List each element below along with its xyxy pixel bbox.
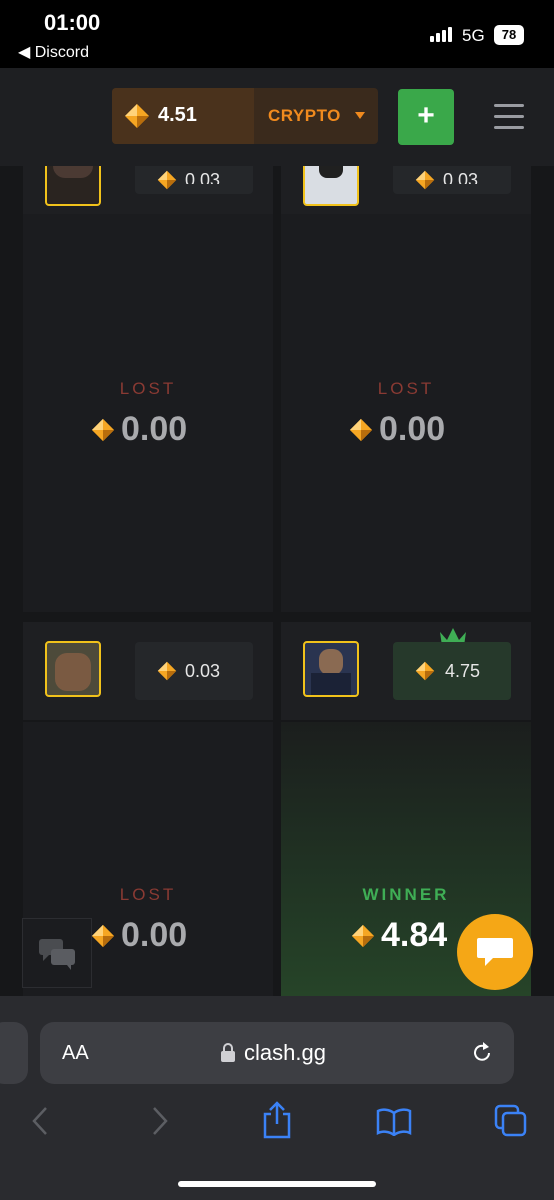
battery-indicator: 78 (494, 25, 524, 45)
bet-value: 0.03 (185, 170, 221, 184)
result-amount: 4.84 (381, 916, 448, 954)
reload-icon[interactable] (470, 1040, 494, 1066)
currency-selector[interactable]: CRYPTO (268, 106, 341, 126)
bet-pill: 0.03 (135, 642, 253, 700)
balance-widget[interactable]: 4.51 CRYPTO (112, 88, 378, 144)
gem-icon (91, 924, 115, 948)
signal-icon (442, 30, 446, 42)
gem-icon (91, 418, 115, 442)
player-result-panel: LOST 0.00 (23, 214, 273, 612)
gem-icon (351, 924, 375, 948)
chevron-down-icon (355, 112, 365, 119)
chat-toggle-button[interactable] (22, 918, 92, 988)
deposit-button[interactable]: + (398, 89, 454, 145)
network-type: 5G (462, 26, 485, 45)
bookmarks-icon[interactable] (376, 1108, 412, 1136)
bet-value: 0.03 (443, 170, 479, 184)
result-amount: 0.00 (121, 916, 188, 954)
back-to-discord-link[interactable]: ◀ Discord (18, 42, 89, 62)
reader-settings-button[interactable]: AA (62, 1042, 89, 1065)
player-card-header: 0.03 (281, 136, 531, 214)
result-status: WINNER (362, 885, 450, 904)
player-card-header: 0.03 (23, 136, 273, 214)
avatar (45, 641, 101, 697)
support-chat-button[interactable] (457, 914, 533, 990)
hamburger-menu-icon[interactable] (494, 104, 524, 107)
share-icon[interactable] (260, 1100, 294, 1140)
bet-value: 4.75 (445, 661, 481, 681)
home-indicator (178, 1181, 376, 1187)
tabs-icon[interactable] (494, 1104, 528, 1138)
result-amount: 0.00 (379, 410, 446, 448)
player-card-header: 0.03 (23, 622, 273, 720)
signal-icon (430, 36, 434, 42)
bet-pill: 4.75 (393, 642, 511, 700)
status-time: 01:00 (44, 10, 101, 35)
chat-bubbles-icon (39, 939, 75, 970)
forward-arrow-icon[interactable] (150, 1106, 170, 1136)
gem-icon (157, 170, 177, 190)
signal-icon (448, 27, 452, 42)
result-status: LOST (119, 379, 177, 398)
gem-icon (349, 418, 373, 442)
result-status: LOST (377, 379, 435, 398)
gem-icon (415, 661, 435, 681)
gem-icon (415, 170, 435, 190)
lock-icon (221, 1043, 235, 1062)
bet-value: 0.03 (185, 661, 221, 681)
result-status: LOST (119, 885, 177, 904)
player-result-panel: LOST 0.00 (281, 214, 531, 612)
signal-icon (436, 33, 440, 42)
gem-icon (125, 104, 149, 128)
back-arrow-icon[interactable] (30, 1106, 50, 1136)
gem-icon (157, 661, 177, 681)
avatar (303, 641, 359, 697)
player-card-header: 4.75 (281, 622, 531, 720)
previous-tab-preview[interactable] (0, 1022, 28, 1084)
url-domain: clash.gg (244, 1040, 326, 1065)
hamburger-menu-icon[interactable] (494, 126, 524, 129)
balance-value: 4.51 (158, 104, 197, 126)
message-icon (477, 938, 513, 966)
result-amount: 0.00 (121, 410, 188, 448)
hamburger-menu-icon[interactable] (494, 115, 524, 118)
